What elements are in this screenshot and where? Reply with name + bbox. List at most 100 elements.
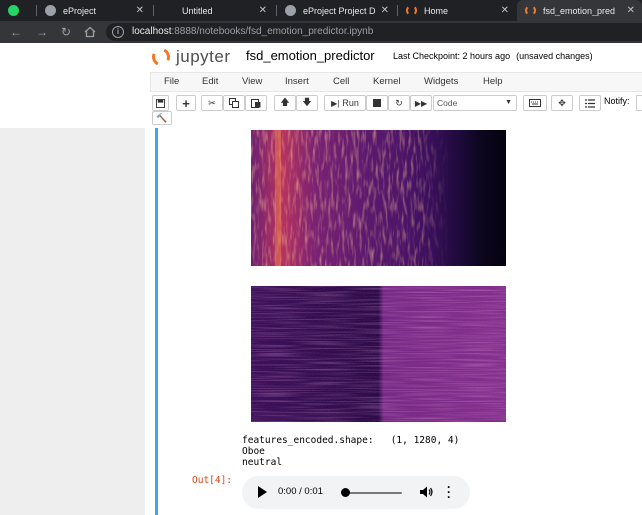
tab-home[interactable]: Home ✕ bbox=[398, 0, 516, 21]
tab-whatsapp[interactable] bbox=[0, 0, 35, 21]
command-palette-button[interactable] bbox=[523, 95, 547, 111]
whatsapp-icon bbox=[8, 5, 19, 16]
encoded-features-image bbox=[251, 286, 506, 422]
audio-player: 0:00 / 0:01 · · · bbox=[242, 476, 470, 509]
fast-forward-icon: ▶▶ bbox=[414, 98, 428, 108]
copy-icon bbox=[229, 98, 239, 108]
insert-cell-button[interactable]: + bbox=[176, 95, 196, 111]
browser-toolbar: ← → ↻ i localhost:8888/notebooks/fsd_emo… bbox=[0, 21, 642, 43]
volume-icon[interactable] bbox=[419, 485, 433, 499]
close-icon[interactable]: ✕ bbox=[259, 5, 267, 16]
save-icon bbox=[156, 98, 165, 108]
audio-time: 0:00 / 0:01 bbox=[278, 486, 323, 497]
list-button[interactable] bbox=[579, 95, 601, 111]
pin-toolbar-button[interactable]: 🔨 bbox=[152, 111, 172, 125]
browser-tab-strip: eProject ✕ Untitled ✕ eProject Project D… bbox=[0, 0, 642, 21]
spectrogram-image bbox=[251, 130, 506, 266]
close-icon[interactable]: ✕ bbox=[136, 5, 144, 16]
output-emotion: neutral bbox=[242, 457, 283, 468]
paste-button[interactable] bbox=[245, 95, 267, 111]
step-forward-icon: ▶| bbox=[331, 98, 340, 108]
save-button[interactable] bbox=[152, 95, 169, 111]
menu-insert[interactable]: Insert bbox=[285, 76, 309, 87]
tab-title: eProject Project D bbox=[303, 5, 376, 16]
move-up-button[interactable]: 🡅 bbox=[274, 95, 296, 111]
tab-title: eProject bbox=[63, 5, 97, 16]
restart-icon: ↻ bbox=[395, 97, 403, 108]
selected-cell-indicator bbox=[155, 128, 158, 515]
tab-title: fsd_emotion_pred bbox=[543, 5, 616, 16]
reload-icon[interactable]: ↻ bbox=[58, 24, 74, 40]
play-icon[interactable] bbox=[258, 486, 267, 498]
back-icon[interactable]: ← bbox=[8, 24, 24, 40]
url-text: localhost:8888/notebooks/fsd_emotion_pre… bbox=[132, 26, 373, 37]
keyboard-icon bbox=[529, 99, 541, 107]
url-path: :8888/notebooks/fsd_emotion_predictor.ip… bbox=[171, 26, 374, 37]
checkpoint-status: Last Checkpoint: 2 hours ago (unsaved cha… bbox=[393, 51, 593, 61]
close-icon[interactable]: ✕ bbox=[381, 5, 389, 16]
hammer-icon: 🔨 bbox=[156, 113, 168, 123]
jupyter-logo-text: jupyter bbox=[176, 47, 231, 66]
url-host: localhost bbox=[132, 26, 172, 37]
jupyter-icon bbox=[406, 5, 417, 16]
interrupt-button[interactable] bbox=[366, 95, 388, 111]
move-down-button[interactable]: 🡇 bbox=[296, 95, 318, 111]
forward-icon[interactable]: → bbox=[34, 24, 50, 40]
notify-label: Notify: bbox=[604, 96, 630, 106]
tab-title: Untitled bbox=[182, 5, 213, 16]
notebook-toolbar: + ✂ 🡅 🡇 ▶| Run ↻ ▶▶ Code ▼ ✥ Notify: bbox=[150, 93, 642, 111]
menu-edit[interactable]: Edit bbox=[202, 76, 218, 87]
audio-progress-knob[interactable] bbox=[341, 488, 350, 497]
more-options-icon[interactable]: · · · bbox=[447, 481, 451, 503]
audio-progress-track[interactable] bbox=[344, 492, 402, 494]
output-prompt: Out[4]: bbox=[192, 475, 233, 486]
address-bar[interactable]: i localhost:8888/notebooks/fsd_emotion_p… bbox=[106, 23, 642, 41]
globe-icon bbox=[45, 5, 56, 16]
menu-file[interactable]: File bbox=[164, 76, 179, 87]
run-button[interactable]: ▶| Run bbox=[324, 95, 366, 111]
close-icon[interactable]: ✕ bbox=[627, 5, 635, 16]
jupyter-icon bbox=[525, 5, 536, 16]
move-button[interactable]: ✥ bbox=[551, 95, 573, 111]
menu-view[interactable]: View bbox=[242, 76, 262, 87]
tab-untitled[interactable]: Untitled ✕ bbox=[154, 0, 274, 21]
caret-down-icon: ▼ bbox=[505, 99, 512, 106]
copy-button[interactable] bbox=[223, 95, 245, 111]
menu-cell[interactable]: Cell bbox=[333, 76, 349, 87]
plus-icon: + bbox=[182, 95, 190, 111]
paste-icon bbox=[251, 99, 261, 108]
scissors-icon: ✂ bbox=[208, 97, 216, 108]
cut-button[interactable]: ✂ bbox=[201, 95, 223, 111]
list-icon bbox=[585, 98, 595, 108]
jupyter-header: jupyter fsd_emotion_predictor Last Check… bbox=[0, 43, 642, 128]
unsaved-indicator: (unsaved changes) bbox=[516, 51, 593, 61]
menu-kernel[interactable]: Kernel bbox=[373, 76, 400, 87]
tab-eproject[interactable]: eProject ✕ bbox=[37, 0, 151, 21]
menu-widgets[interactable]: Widgets bbox=[424, 76, 458, 87]
restart-button[interactable]: ↻ bbox=[388, 95, 410, 111]
notebook-page: features_encoded.shape: (1, 1280, 4) Obo… bbox=[0, 128, 642, 515]
checkpoint-text: Last Checkpoint: 2 hours ago bbox=[393, 51, 511, 61]
info-icon[interactable]: i bbox=[112, 26, 124, 38]
notebook-name[interactable]: fsd_emotion_predictor bbox=[246, 48, 375, 63]
arrow-up-icon: 🡅 bbox=[280, 97, 290, 107]
crosshair-icon: ✥ bbox=[558, 97, 566, 108]
tab-title: Home bbox=[424, 5, 449, 16]
stop-icon bbox=[373, 99, 381, 107]
cell-type-select[interactable]: Code ▼ bbox=[433, 95, 517, 111]
cell-type-value: Code bbox=[437, 98, 458, 108]
menu-help[interactable]: Help bbox=[483, 76, 503, 87]
notify-select[interactable] bbox=[636, 95, 642, 111]
globe-icon bbox=[285, 5, 296, 16]
tab-eproject-d[interactable]: eProject Project D ✕ bbox=[277, 0, 396, 21]
close-icon[interactable]: ✕ bbox=[501, 5, 509, 16]
output-shape-line: features_encoded.shape: (1, 1280, 4) bbox=[242, 435, 460, 446]
restart-run-all-button[interactable]: ▶▶ bbox=[410, 95, 432, 111]
menu-bar: File Edit View Insert Cell Kernel Widget… bbox=[150, 72, 642, 92]
run-label: Run bbox=[342, 98, 359, 108]
arrow-down-icon: 🡇 bbox=[302, 97, 312, 107]
tab-fsd-emotion-predictor[interactable]: fsd_emotion_pred ✕ bbox=[517, 0, 642, 21]
home-icon[interactable] bbox=[82, 24, 98, 40]
jupyter-logo[interactable]: jupyter bbox=[149, 45, 231, 69]
notebook-container: features_encoded.shape: (1, 1280, 4) Obo… bbox=[145, 128, 642, 515]
